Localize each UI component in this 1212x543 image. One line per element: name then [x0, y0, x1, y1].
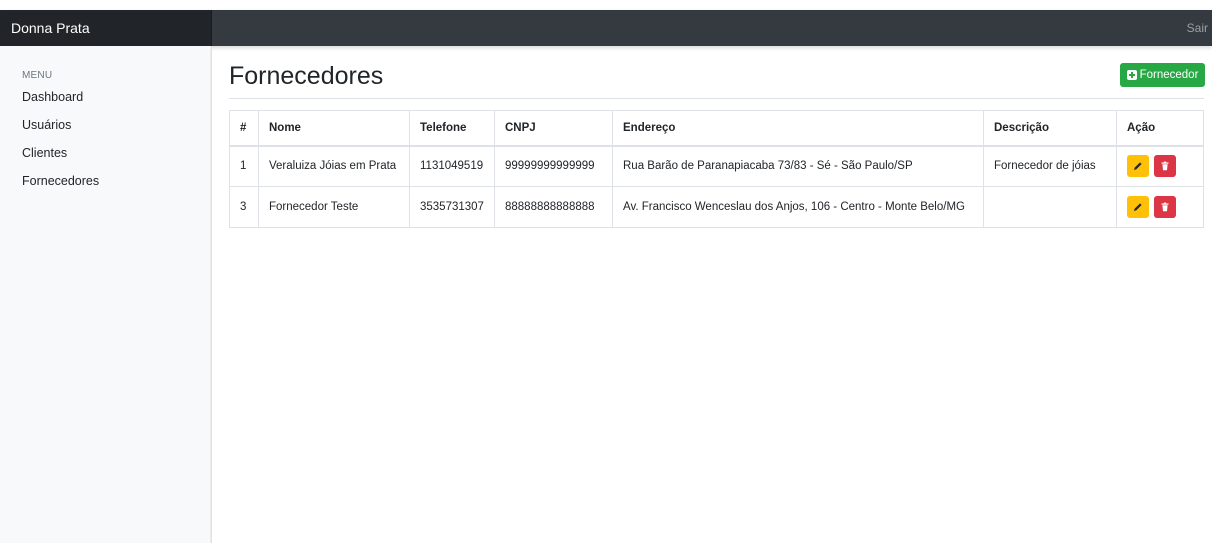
header-nome: Nome — [258, 110, 410, 147]
header-descricao: Descrição — [983, 110, 1117, 147]
trash-icon — [1161, 202, 1169, 212]
table-row: 3 Fornecedor Teste 3535731307 8888888888… — [229, 186, 1204, 228]
add-fornecedor-label: Fornecedor — [1139, 69, 1199, 81]
cell-endereco: Av. Francisco Wenceslau dos Anjos, 106 -… — [612, 186, 984, 228]
table-row: 1 Veraluiza Jóias em Prata 1131049519 99… — [229, 145, 1204, 187]
fornecedores-table: # Nome Telefone CNPJ Endereço Descrição … — [229, 110, 1204, 228]
sidebar-item-usuarios[interactable]: Usuários — [22, 118, 71, 132]
header-telefone: Telefone — [409, 110, 495, 147]
signout-link[interactable]: Sair — [1187, 10, 1208, 46]
delete-button[interactable] — [1154, 155, 1177, 178]
cell-nome: Fornecedor Teste — [258, 186, 410, 228]
edit-button[interactable] — [1127, 155, 1149, 178]
title-divider — [229, 98, 1204, 99]
brand-logo[interactable]: Donna Prata — [0, 10, 212, 46]
cell-id: 3 — [229, 186, 259, 228]
top-navbar: Donna Prata Sair — [0, 10, 1212, 46]
cell-telefone: 1131049519 — [409, 145, 495, 187]
header-cnpj: CNPJ — [494, 110, 613, 147]
sidebar-item-dashboard[interactable]: Dashboard — [22, 90, 83, 104]
cell-id: 1 — [229, 145, 259, 187]
sidebar-item-fornecedores[interactable]: Fornecedores — [22, 174, 99, 188]
sidebar-heading: MENU — [22, 70, 53, 81]
edit-button[interactable] — [1127, 196, 1149, 218]
header-acao: Ação — [1116, 110, 1204, 147]
sidebar-item-clientes[interactable]: Clientes — [22, 146, 67, 160]
header-endereco: Endereço — [612, 110, 984, 147]
sidebar: MENU Dashboard Usuários Clientes Fornece… — [0, 46, 212, 543]
cell-descricao — [983, 186, 1117, 228]
cell-acao — [1116, 145, 1204, 187]
table-header-row: # Nome Telefone CNPJ Endereço Descrição … — [229, 110, 1204, 147]
cell-nome: Veraluiza Jóias em Prata — [258, 145, 410, 187]
cell-endereco: Rua Barão de Paranapiacaba 73/83 - Sé - … — [612, 145, 984, 187]
trash-icon — [1161, 161, 1169, 171]
cell-descricao: Fornecedor de jóias — [983, 145, 1117, 187]
cell-cnpj: 99999999999999 — [494, 145, 613, 187]
pencil-icon — [1134, 203, 1142, 211]
pencil-icon — [1134, 162, 1142, 171]
cell-cnpj: 88888888888888 — [494, 186, 613, 228]
header-id: # — [229, 110, 259, 147]
page-title: Fornecedores — [229, 62, 384, 90]
cell-telefone: 3535731307 — [409, 186, 495, 228]
add-fornecedor-button[interactable]: Fornecedor — [1120, 63, 1205, 87]
cell-acao — [1116, 186, 1204, 228]
plus-square-icon — [1126, 70, 1137, 80]
delete-button[interactable] — [1154, 196, 1177, 218]
